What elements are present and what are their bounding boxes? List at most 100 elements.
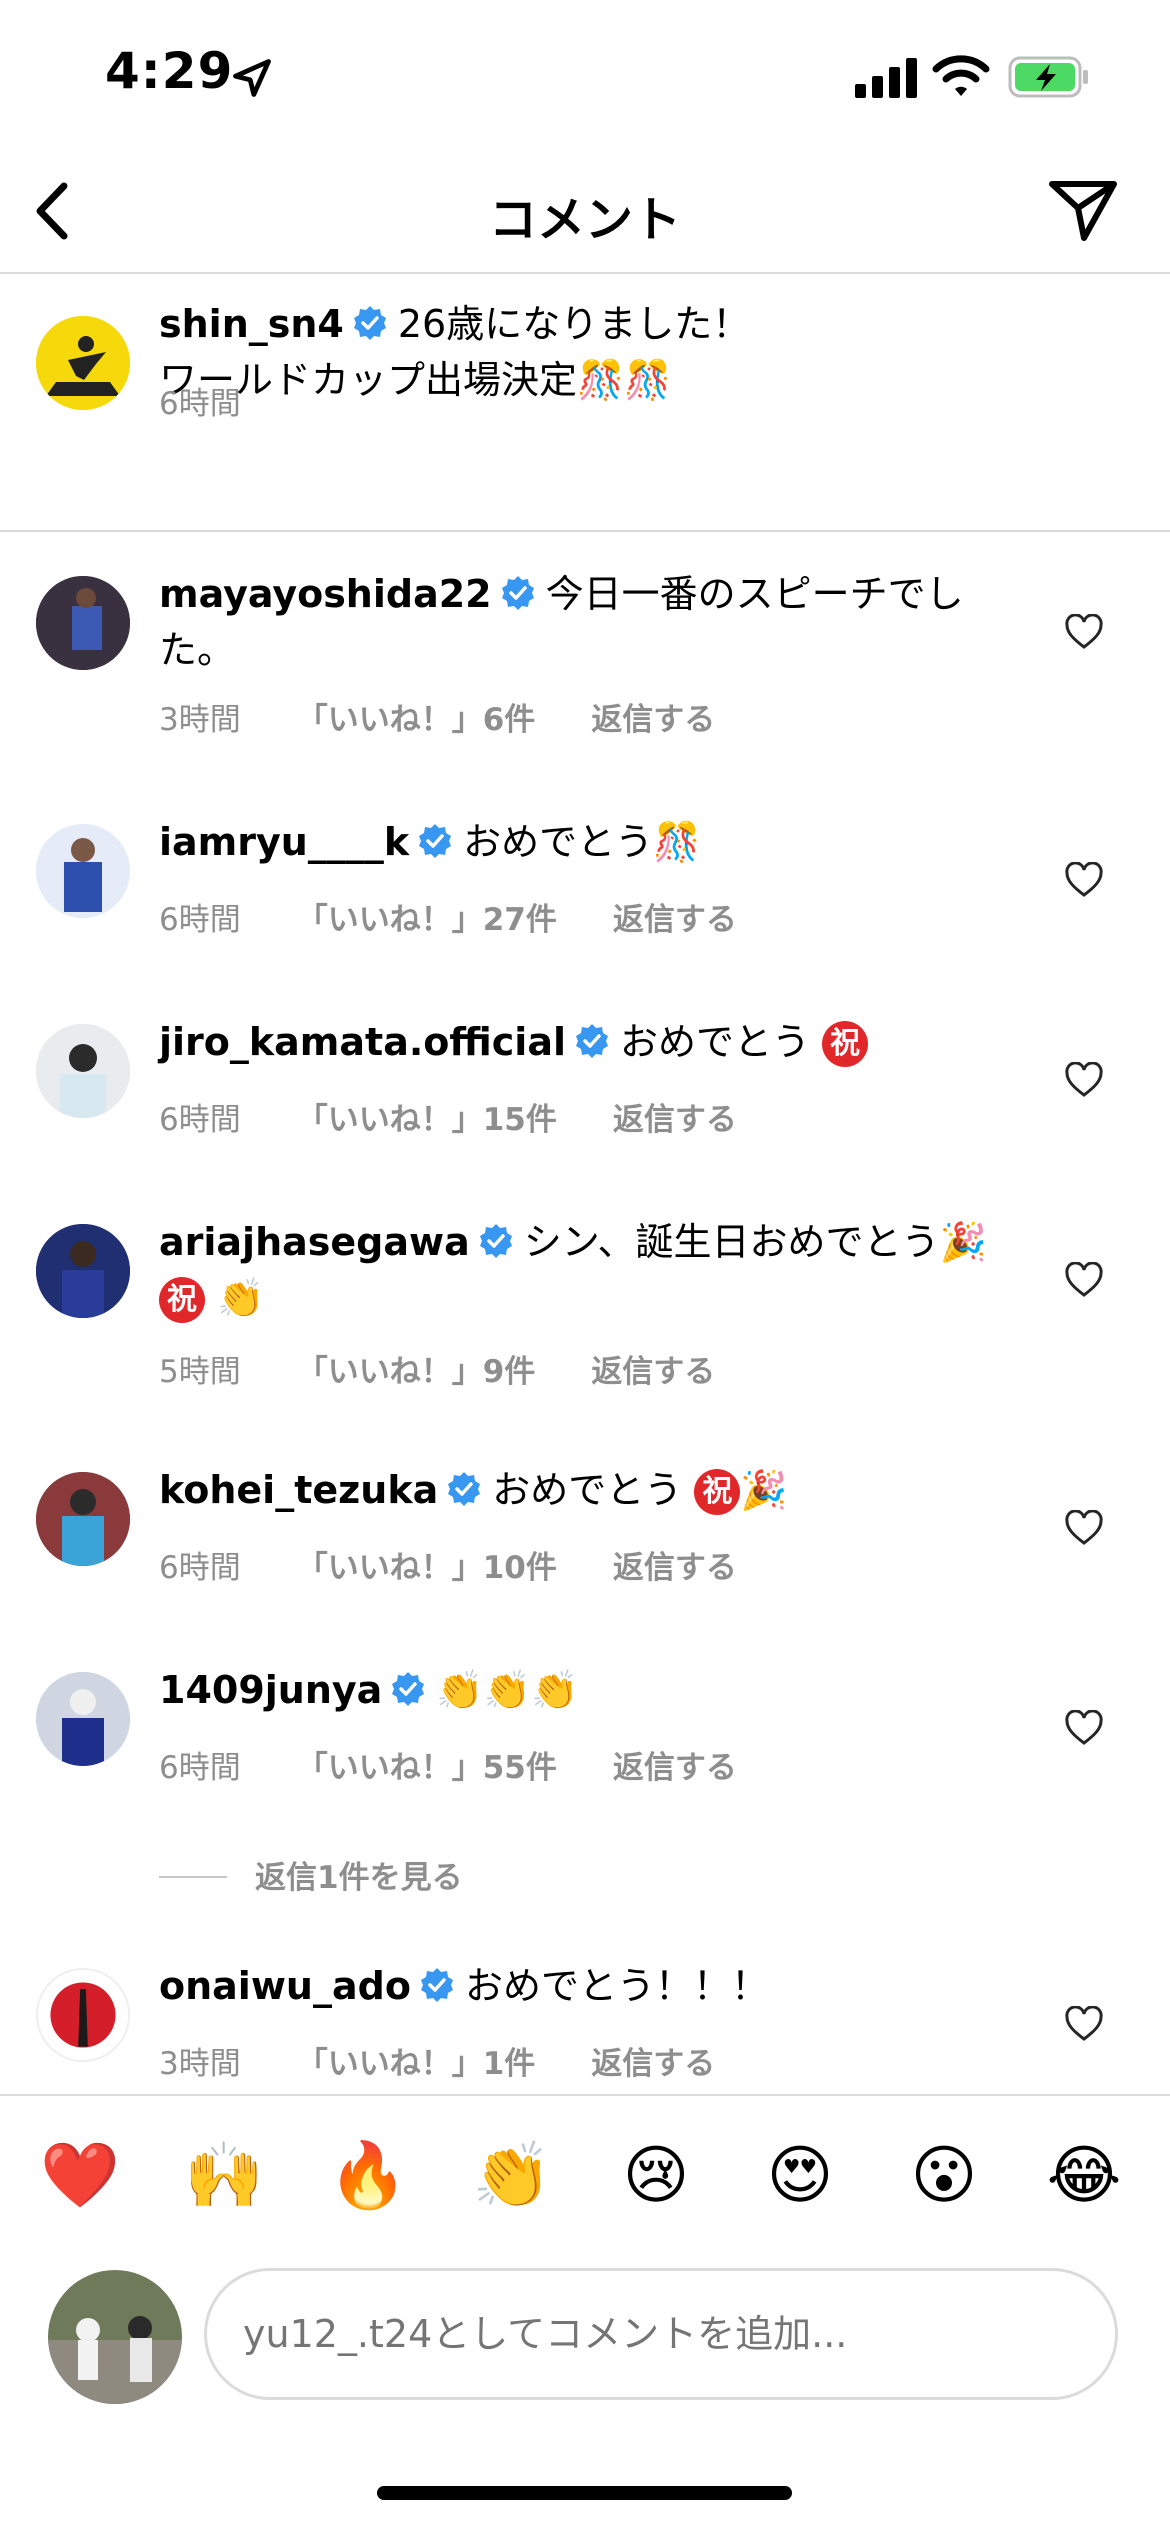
battery-charging-icon	[1008, 56, 1088, 98]
location-arrow-icon	[233, 59, 271, 97]
comment-item: jiro_kamata.official おめでとう 祝 6時間 「いいね！」15件…	[0, 1000, 1170, 1200]
like-heart-icon[interactable]	[1064, 1062, 1104, 1098]
like-heart-icon[interactable]	[1064, 862, 1104, 898]
avatar[interactable]	[36, 316, 130, 410]
avatar[interactable]	[36, 824, 130, 918]
comment-item: ariajhasegawa シン、誕生日おめでとう🎉 祝 👏 5時間 「いいね！」9…	[0, 1200, 1170, 1448]
like-heart-icon[interactable]	[1064, 614, 1104, 650]
status-bar: 4:29	[0, 0, 1170, 150]
congratulations-emoji: 祝	[694, 1469, 741, 1515]
home-indicator[interactable]	[377, 2486, 792, 2500]
fire-emoji-button[interactable]: 🔥	[328, 2136, 408, 2216]
comment-timestamp: 6時間	[159, 1750, 241, 1786]
like-heart-icon[interactable]	[1064, 1262, 1104, 1298]
like-count[interactable]: 「いいね！」9件	[297, 1354, 536, 1390]
avatar[interactable]	[36, 1672, 130, 1766]
avatar[interactable]	[36, 576, 130, 670]
wifi-icon	[932, 55, 990, 96]
username[interactable]: onaiwu_ado	[159, 1964, 411, 2008]
comment-item: mayayoshida22 今日一番のスピーチでした。 3時間 「いいね！」6件 返信…	[0, 530, 1170, 770]
comment-timestamp: 6時間	[159, 1102, 241, 1138]
comment-body: おめでとう！！！	[464, 1964, 769, 2008]
reply-button[interactable]: 返信する	[613, 1750, 737, 1786]
view-replies-button[interactable]: 返信1件を見る	[159, 1852, 463, 1897]
caption-meta: 6時間	[159, 378, 297, 423]
verified-badge-icon	[448, 1472, 481, 1506]
comment-timestamp: 3時間	[159, 2046, 241, 2082]
username[interactable]: kohei_tezuka	[159, 1468, 438, 1512]
username[interactable]: iamryu____k	[159, 820, 409, 864]
comment-body: おめでとう🎊	[463, 820, 701, 864]
reply-button[interactable]: 返信する	[613, 902, 737, 938]
caption-line-1: 26歳になりました！	[397, 302, 751, 346]
comment-meta: 6時間 「いいね！」15件 返信する	[159, 1094, 793, 1139]
avatar[interactable]	[36, 1224, 130, 1318]
comment-timestamp: 3時間	[159, 702, 241, 738]
current-user-avatar	[48, 2270, 182, 2404]
comment-body: おめでとう	[492, 1468, 683, 1512]
post-caption: shin_sn4 26歳になりました！ ワールドカップ出場決定🎊🎊 6時間	[0, 272, 1170, 532]
comment-meta: 6時間 「いいね！」27件 返信する	[159, 894, 793, 939]
username[interactable]: mayayoshida22	[159, 572, 492, 616]
comment-text: 1409junya 👏👏👏	[159, 1662, 989, 1718]
caption-timestamp: 6時間	[159, 386, 241, 422]
comment-text: iamryu____k おめでとう🎊	[159, 814, 989, 870]
clapping-emoji: 👏	[217, 1276, 265, 1320]
avatar[interactable]	[36, 1968, 130, 2062]
comment-meta: 3時間 「いいね！」1件 返信する	[159, 2038, 771, 2083]
like-count[interactable]: 「いいね！」27件	[297, 902, 557, 938]
divider	[159, 1876, 227, 1878]
heart-emoji-button[interactable]: ❤️	[40, 2136, 120, 2216]
username[interactable]: 1409junya	[159, 1668, 382, 1712]
navigation-header: コメント	[0, 150, 1170, 274]
laughing-emoji-button[interactable]: 😂	[1044, 2136, 1124, 2216]
comment-body: 👏👏👏	[436, 1668, 579, 1712]
username[interactable]: ariajhasegawa	[159, 1220, 470, 1264]
comment-input[interactable]	[204, 2268, 1118, 2400]
comment-timestamp: 5時間	[159, 1354, 241, 1390]
reply-button[interactable]: 返信する	[613, 1550, 737, 1586]
comment-meta: 3時間 「いいね！」6件 返信する	[159, 694, 771, 739]
reply-button[interactable]: 返信する	[591, 2046, 715, 2082]
avatar[interactable]	[36, 1472, 130, 1566]
reply-button[interactable]: 返信する	[613, 1102, 737, 1138]
comment-timestamp: 6時間	[159, 1550, 241, 1586]
comment-item: iamryu____k おめでとう🎊 6時間 「いいね！」27件 返信する	[0, 800, 1170, 1000]
verified-badge-icon	[419, 824, 452, 858]
emoji-reaction-bar: ❤️ 🙌 🔥 👏 😢 😍 😮 😂	[0, 2094, 1170, 2264]
verified-badge-icon	[392, 1672, 425, 1706]
like-count[interactable]: 「いいね！」10件	[297, 1550, 557, 1586]
like-heart-icon[interactable]	[1064, 1710, 1104, 1746]
party-popper-emoji: 🎊🎊	[577, 358, 672, 402]
comment-item: kohei_tezuka おめでとう 祝 🎉 6時間 「いいね！」10件 返信する	[0, 1448, 1170, 1648]
username[interactable]: jiro_kamata.official	[159, 1020, 566, 1064]
username[interactable]: shin_sn4	[159, 302, 344, 346]
avatar[interactable]	[36, 1024, 130, 1118]
surprised-emoji-button[interactable]: 😮	[904, 2136, 984, 2216]
like-heart-icon[interactable]	[1064, 2006, 1104, 2042]
comment-text: onaiwu_ado おめでとう！！！	[159, 1958, 989, 2014]
like-count[interactable]: 「いいね！」1件	[297, 2046, 536, 2082]
comment-body: シン、誕生日おめでとう🎉	[523, 1220, 987, 1264]
clapping-emoji-button[interactable]: 👏	[472, 2136, 552, 2216]
status-time: 4:29	[105, 42, 234, 100]
congratulations-emoji: 祝	[159, 1277, 205, 1323]
like-count[interactable]: 「いいね！」15件	[297, 1102, 557, 1138]
raising-hands-emoji-button[interactable]: 🙌	[184, 2136, 264, 2216]
crying-emoji-button[interactable]: 😢	[616, 2136, 696, 2216]
like-count[interactable]: 「いいね！」55件	[297, 1750, 557, 1786]
page-title: コメント	[488, 192, 681, 248]
comment-text: mayayoshida22 今日一番のスピーチでした。	[159, 566, 989, 678]
reply-button[interactable]: 返信する	[591, 1354, 715, 1390]
send-direct-icon[interactable]	[1046, 172, 1120, 246]
comment-item: onaiwu_ado おめでとう！！！ 3時間 「いいね！」1件 返信する	[0, 1944, 1170, 2094]
reply-button[interactable]: 返信する	[591, 702, 715, 738]
verified-badge-icon	[501, 576, 534, 610]
comment-text: ariajhasegawa シン、誕生日おめでとう🎉 祝 👏	[159, 1214, 989, 1326]
heart-eyes-emoji-button[interactable]: 😍	[760, 2136, 840, 2216]
comment-body: おめでとう	[620, 1020, 811, 1064]
party-popper-emoji: 🎉	[740, 1468, 788, 1512]
like-heart-icon[interactable]	[1064, 1510, 1104, 1546]
like-count[interactable]: 「いいね！」6件	[297, 702, 536, 738]
verified-badge-icon	[576, 1024, 608, 1058]
